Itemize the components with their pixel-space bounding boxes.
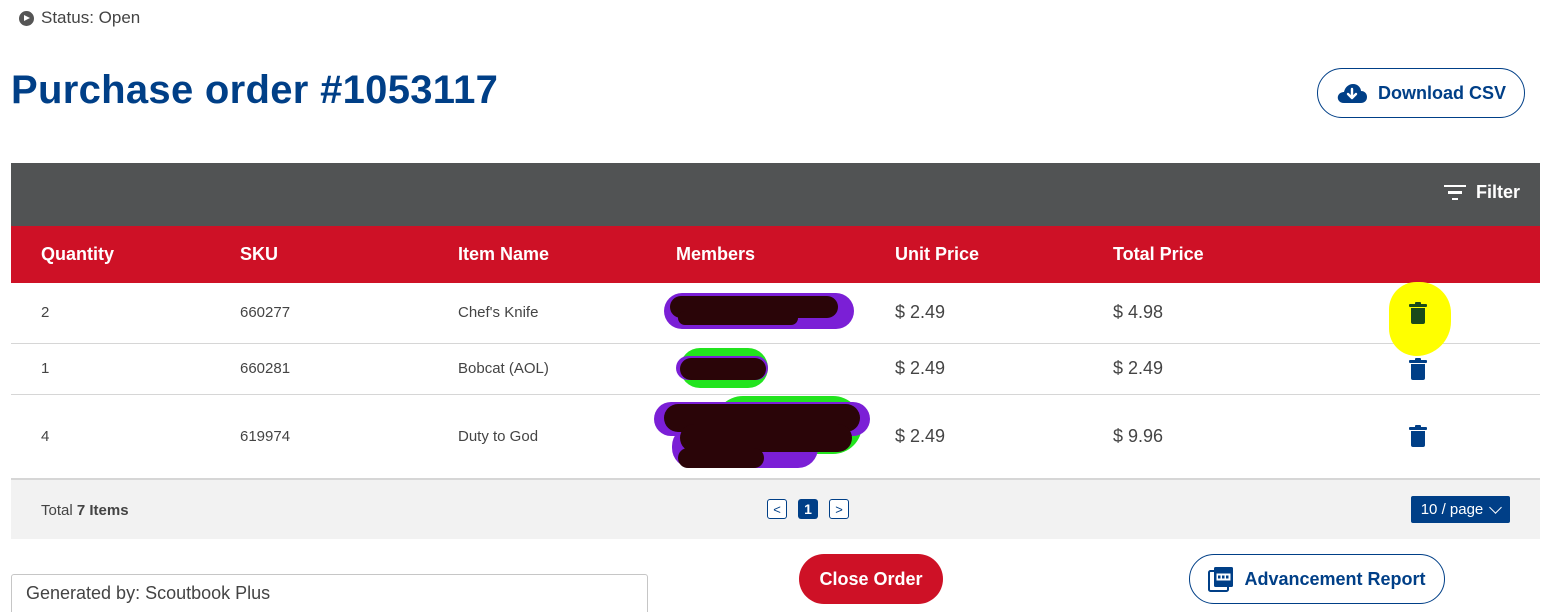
pdf-icon [1208,566,1234,592]
cell-quantity: 1 [41,360,50,377]
cell-quantity: 4 [41,428,50,445]
download-csv-label: Download CSV [1377,82,1506,103]
column-header-quantity[interactable]: Quantity [41,244,114,265]
play-circle-icon [19,10,34,26]
total-prefix: Total [41,502,73,519]
prev-page-button[interactable]: < [767,499,787,519]
filter-icon [1443,184,1466,201]
chevron-down-icon [1489,500,1503,514]
order-status: Status: Open [19,8,140,28]
filter-button[interactable]: Filter [1443,182,1520,203]
table-row: 2 660277 Chef's Knife $ 2.49 $ 4.98 [11,283,1540,344]
pagination: < 1 > [767,499,849,519]
table-footer: Total 7 Items < 1 > 10 / page [11,479,1540,539]
cell-sku: 660281 [240,360,291,377]
page-title: Purchase order #1053117 [11,68,499,112]
trash-icon[interactable] [1409,425,1427,447]
table-header: Quantity SKU Item Name Members Unit Pric… [11,226,1540,283]
advancement-report-button[interactable]: Advancement Report [1189,554,1445,604]
page-size-label: 10 / page [1420,501,1484,518]
generated-by-field: Generated by: Scoutbook Plus [11,574,648,612]
total-items: Total 7 Items [41,502,129,519]
cell-sku: 619974 [240,428,291,445]
filter-label: Filter [1475,182,1520,202]
members-redacted [664,289,854,333]
members-redacted [676,348,770,388]
table-row: 1 660281 Bobcat (AOL) $ 2.49 $ 2.49 [11,344,1540,395]
cloud-download-icon [1336,81,1368,105]
column-header-item-name[interactable]: Item Name [458,244,549,265]
column-header-sku[interactable]: SKU [240,244,278,265]
next-page-button[interactable]: > [829,499,849,519]
cell-item-name: Duty to God [458,428,539,445]
cell-unit-price: $ 2.49 [895,426,946,446]
column-header-members[interactable]: Members [676,244,755,265]
cell-item-name: Chef's Knife [458,304,539,321]
close-order-button[interactable]: Close Order [799,554,943,604]
column-header-unit-price[interactable]: Unit Price [895,244,979,265]
trash-icon[interactable] [1409,358,1427,380]
cell-total-price: $ 4.98 [1113,302,1164,322]
status-label: Status: Open [41,8,141,27]
cell-item-name: Bobcat (AOL) [458,360,549,377]
cell-total-price: $ 2.49 [1113,358,1164,378]
trash-icon[interactable] [1409,302,1427,324]
cell-sku: 660277 [240,304,291,321]
column-header-total-price[interactable]: Total Price [1113,244,1204,265]
total-count: 7 Items [76,502,129,519]
page-number-button[interactable]: 1 [798,499,818,519]
table-row: 4 619974 Duty to God $ 2.49 $ 9.96 [11,395,1540,479]
table-toolbar: Filter [11,163,1540,226]
cell-quantity: 2 [41,304,50,321]
download-csv-button[interactable]: Download CSV [1317,68,1525,118]
cell-unit-price: $ 2.49 [895,302,946,322]
members-redacted [654,396,872,472]
advancement-report-label: Advancement Report [1244,568,1426,589]
cell-unit-price: $ 2.49 [895,358,946,378]
cell-total-price: $ 9.96 [1113,426,1164,446]
page-size-select[interactable]: 10 / page [1411,496,1510,523]
